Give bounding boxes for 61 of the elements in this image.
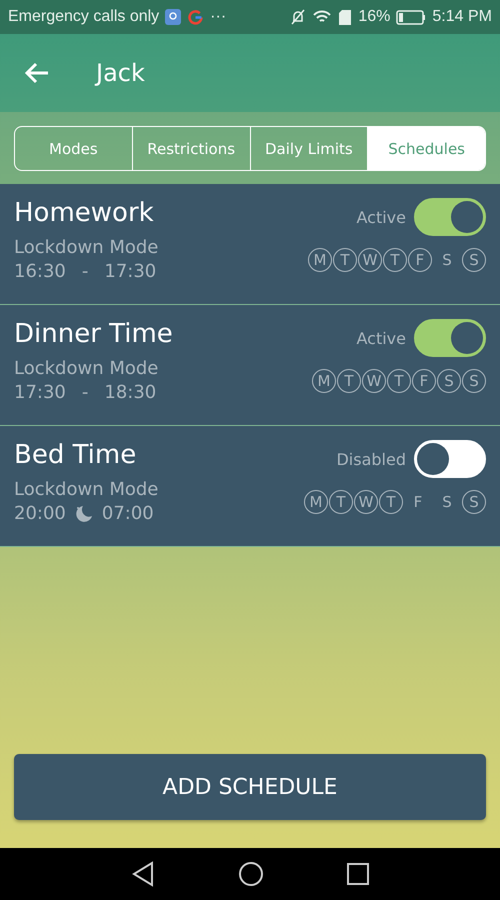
day-toggle[interactable]: F: [404, 490, 432, 514]
start-time: 20:00: [14, 502, 66, 526]
day-toggle[interactable]: T: [383, 248, 407, 272]
mode-text: Lockdown Mode: [14, 236, 160, 260]
mute-icon: [290, 9, 306, 25]
day-toggle[interactable]: M: [304, 490, 328, 514]
schedule-name: Bed Time: [14, 440, 138, 470]
end-time: 17:30: [104, 260, 156, 284]
day-toggle[interactable]: S: [462, 490, 486, 514]
day-toggle[interactable]: W: [362, 369, 386, 393]
schedule-card[interactable]: Dinner Time Lockdown Mode 17:30 - 18:30 Active M T W T F S S: [0, 305, 500, 426]
sim-icon: [338, 8, 352, 26]
mode-text: Lockdown Mode: [14, 478, 160, 502]
recents-icon[interactable]: [346, 863, 369, 885]
back-icon[interactable]: [131, 861, 156, 887]
day-toggle[interactable]: T: [333, 248, 357, 272]
start-time: 16:30: [14, 260, 66, 284]
g-logo-icon: [187, 8, 204, 26]
day-toggle[interactable]: T: [329, 490, 353, 514]
tab[interactable]: Schedules: [367, 127, 485, 170]
day-toggle[interactable]: F: [408, 248, 432, 272]
toggle-switch[interactable]: [414, 319, 486, 357]
time-separator: -: [80, 381, 90, 405]
day-toggle[interactable]: S: [462, 369, 486, 393]
day-toggle[interactable]: T: [379, 490, 403, 514]
add-schedule-button[interactable]: ADD SCHEDULE: [14, 754, 486, 820]
day-toggle[interactable]: T: [387, 369, 411, 393]
toggle-switch[interactable]: [414, 198, 486, 236]
status-label: Disabled: [336, 450, 406, 468]
schedule-name: Homework: [14, 198, 155, 228]
start-time: 17:30: [14, 381, 66, 405]
day-toggle[interactable]: W: [354, 490, 378, 514]
tab[interactable]: Restrictions: [132, 127, 250, 170]
time-separator: -: [80, 260, 90, 284]
day-toggle[interactable]: T: [337, 369, 361, 393]
schedule-card[interactable]: Bed Time Lockdown Mode 20:00 07:00 Disabled M T W T F S S: [0, 426, 500, 547]
clock-text: 5:14 PM: [432, 8, 492, 26]
more-text: ···: [210, 8, 226, 26]
page-title: Jack: [96, 59, 145, 87]
back-arrow-icon[interactable]: [24, 61, 50, 85]
day-toggle[interactable]: S: [433, 490, 461, 514]
battery-icon: [396, 10, 426, 24]
schedule-card[interactable]: Homework Lockdown Mode 16:30 - 17:30 Active M T W T F S S: [0, 184, 500, 305]
day-toggle[interactable]: M: [308, 248, 332, 272]
tab[interactable]: Modes: [15, 127, 132, 170]
mode-text: Lockdown Mode: [14, 357, 160, 381]
day-toggle[interactable]: S: [433, 248, 461, 272]
day-toggle[interactable]: W: [358, 248, 382, 272]
carrier-text: Emergency calls only: [8, 8, 160, 26]
battery-percent: 16%: [358, 8, 390, 26]
day-toggle[interactable]: F: [412, 369, 436, 393]
location-icon: [165, 9, 182, 25]
day-toggle[interactable]: S: [462, 248, 486, 272]
home-icon[interactable]: [238, 861, 264, 887]
status-label: Active: [356, 208, 406, 226]
day-toggle[interactable]: S: [437, 369, 461, 393]
end-time: 18:30: [104, 381, 156, 405]
status-label: Active: [356, 328, 406, 348]
day-toggle[interactable]: M: [312, 369, 336, 393]
end-time: 07:00: [102, 502, 154, 526]
schedule-name: Dinner Time: [14, 319, 174, 349]
